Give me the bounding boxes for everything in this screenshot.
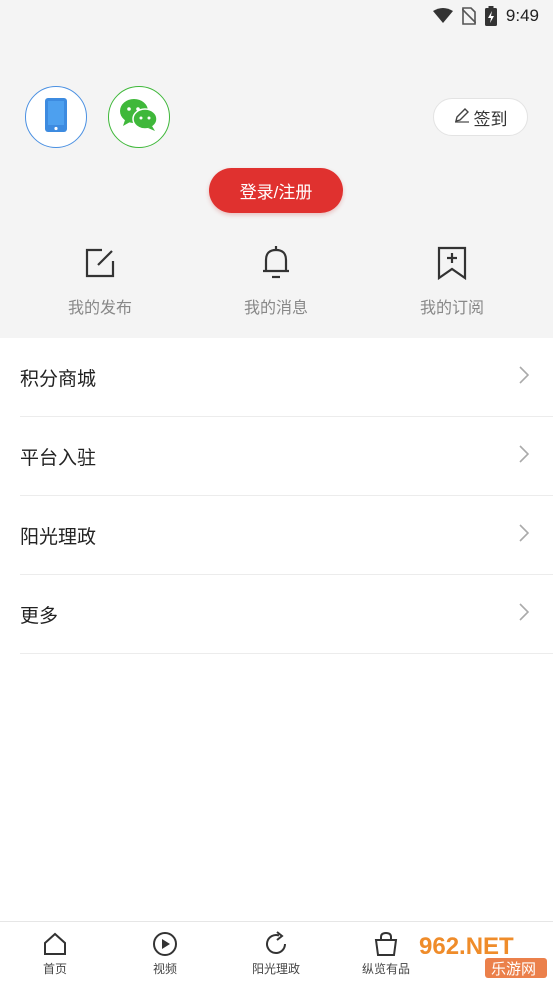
chevron-right-icon [519, 602, 530, 626]
my-messages-button[interactable]: 我的消息 [206, 242, 346, 318]
battery-charging-icon [484, 6, 497, 26]
play-icon [110, 930, 220, 958]
phone-login-button[interactable] [25, 86, 87, 148]
nav-sunshine-governance[interactable]: 阳光理政 [221, 930, 331, 977]
nav-video[interactable]: 视频 [110, 930, 220, 977]
pencil-icon [454, 107, 470, 128]
profile-header: 签到 登录/注册 我的发布 我的消息 我的订阅 [0, 32, 553, 338]
menu-item-more[interactable]: 更多 [20, 575, 553, 654]
wechat-icon [119, 98, 159, 137]
checkin-button[interactable]: 签到 [433, 98, 528, 136]
menu-list: 积分商城 平台入驻 阳光理政 更多 [0, 338, 553, 654]
chevron-right-icon [519, 523, 530, 547]
status-bar: 9:49 [0, 0, 553, 32]
phone-icon [45, 97, 67, 137]
menu-item-label: 阳光理政 [20, 526, 97, 548]
checkin-label: 签到 [473, 109, 508, 129]
my-messages-label: 我的消息 [243, 300, 308, 317]
wechat-login-button[interactable] [108, 86, 170, 148]
bell-icon [206, 242, 346, 284]
bookmark-add-icon [382, 242, 522, 284]
my-subscriptions-button[interactable]: 我的订阅 [382, 242, 522, 318]
menu-item-platform-join[interactable]: 平台入驻 [20, 417, 553, 496]
nav-sunshine-governance-label: 阳光理政 [251, 962, 300, 976]
nav-home[interactable]: 首页 [0, 930, 110, 977]
edit-icon [30, 242, 170, 284]
chevron-right-icon [519, 444, 530, 468]
nav-home-label: 首页 [42, 962, 67, 976]
site-watermark: 962.NET 乐游网 [415, 930, 550, 980]
nav-video-label: 视频 [152, 962, 177, 976]
watermark-line1: 962.NET [419, 933, 514, 960]
my-subscriptions-label: 我的订阅 [419, 300, 484, 317]
my-posts-button[interactable]: 我的发布 [30, 242, 170, 318]
login-register-button[interactable]: 登录/注册 [209, 168, 343, 213]
refresh-icon [221, 930, 331, 958]
no-sim-icon [461, 7, 476, 25]
menu-item-label: 更多 [20, 605, 59, 627]
status-time: 9:49 [505, 6, 539, 25]
menu-item-label: 平台入驻 [20, 447, 97, 469]
watermark-line2: 乐游网 [491, 960, 536, 978]
chevron-right-icon [519, 365, 530, 389]
menu-item-sunshine-governance[interactable]: 阳光理政 [20, 496, 553, 575]
quick-actions: 我的发布 我的消息 我的订阅 [0, 242, 553, 322]
home-icon [0, 930, 110, 958]
menu-item-label: 积分商城 [20, 368, 97, 390]
wifi-icon [432, 8, 453, 24]
my-posts-label: 我的发布 [67, 300, 132, 317]
menu-item-points-mall[interactable]: 积分商城 [20, 338, 553, 417]
